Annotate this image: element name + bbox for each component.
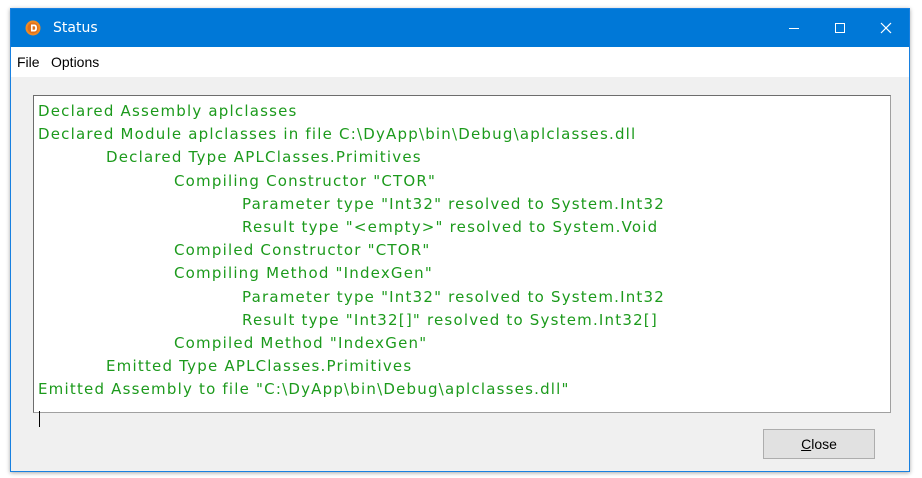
- status-log[interactable]: Declared Assembly aplclasses Declared Mod…: [33, 95, 891, 413]
- window-close-button[interactable]: [863, 9, 909, 47]
- log-line: Emitted Type APLClasses.Primitives: [106, 357, 413, 376]
- close-icon: [880, 19, 892, 38]
- log-line: Compiled Constructor "CTOR": [174, 241, 431, 260]
- minimize-button[interactable]: [771, 9, 817, 47]
- maximize-button[interactable]: [817, 9, 863, 47]
- log-line: Compiling Method "IndexGen": [174, 264, 433, 283]
- menu-bar: File Options: [11, 47, 909, 77]
- close-button-label: Close: [801, 436, 837, 452]
- log-line: Result type "Int32[]" resolved to System…: [242, 310, 658, 329]
- maximize-icon: [834, 19, 846, 38]
- log-line: Result type "<empty>" resolved to System…: [242, 217, 659, 236]
- dyalog-app-icon: [25, 20, 41, 36]
- log-lines: Declared Assembly aplclasses Declared Mod…: [38, 100, 665, 401]
- log-line: Compiling Constructor "CTOR": [174, 171, 437, 190]
- title-bar[interactable]: Status: [11, 9, 909, 47]
- menu-file[interactable]: File: [17, 54, 40, 70]
- log-line: Declared Assembly aplclasses: [38, 102, 298, 120]
- text-caret: [39, 411, 40, 427]
- minimize-icon: [788, 19, 800, 38]
- log-line: Emitted Assembly to file "C:\DyApp\bin\D…: [38, 380, 570, 399]
- status-window: Status File Options Declared Assembly ap…: [10, 8, 910, 472]
- log-line: Parameter type "Int32" resolved to Syste…: [242, 287, 665, 306]
- log-line: Declared Module aplclasses in file C:\Dy…: [38, 125, 637, 144]
- menu-options[interactable]: Options: [51, 54, 99, 70]
- window-title: Status: [53, 20, 98, 36]
- log-line: Declared Type APLClasses.Primitives: [106, 148, 422, 167]
- close-button[interactable]: Close: [763, 429, 875, 459]
- log-line: Parameter type "Int32" resolved to Syste…: [242, 194, 665, 213]
- log-line: Compiled Method "IndexGen": [174, 333, 428, 352]
